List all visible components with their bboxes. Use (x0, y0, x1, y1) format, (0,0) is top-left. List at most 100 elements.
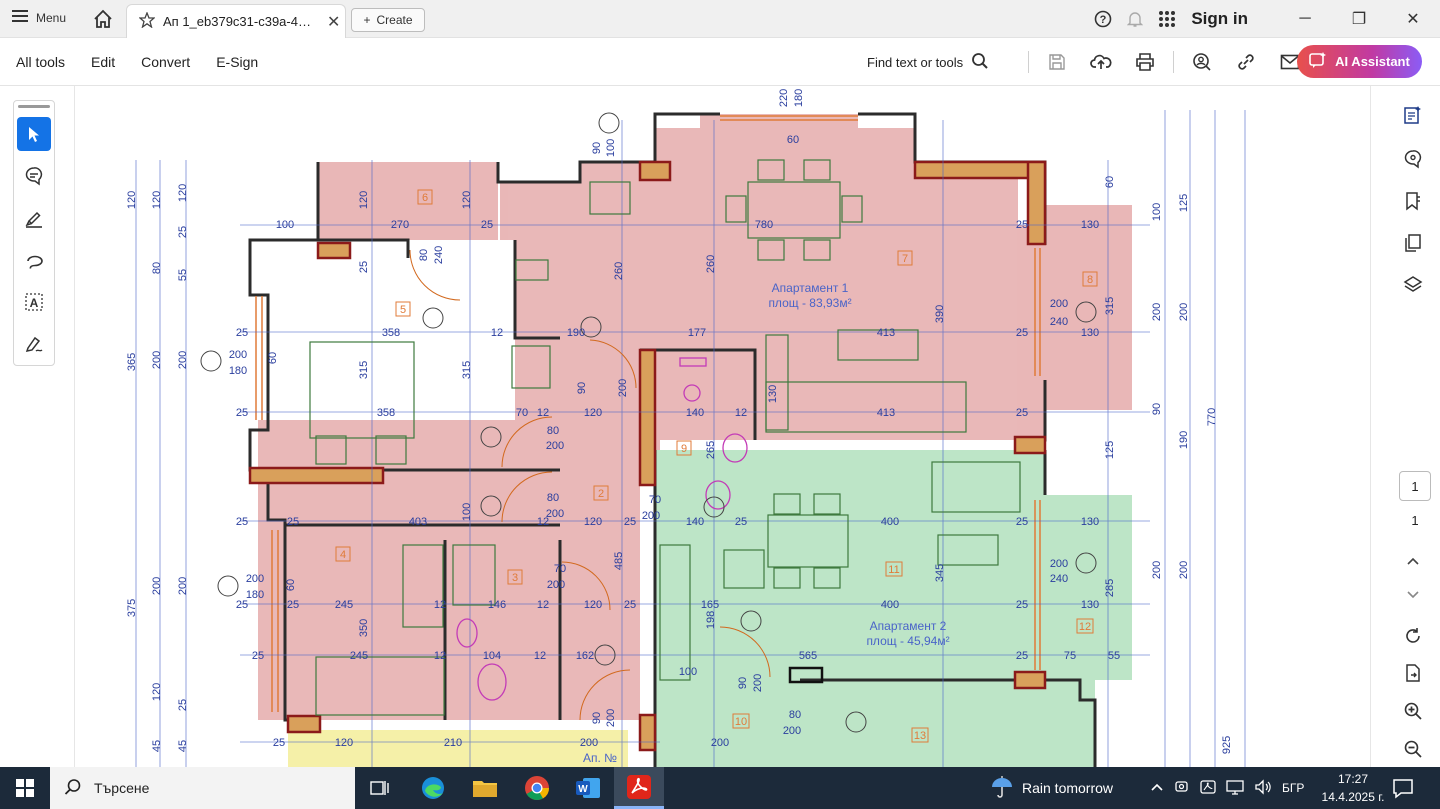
svg-text:365: 365 (126, 353, 138, 371)
zoom-in-icon[interactable] (1398, 696, 1428, 726)
svg-text:25: 25 (177, 226, 189, 238)
svg-text:200: 200 (752, 674, 764, 692)
total-pages: 1 (1411, 513, 1419, 528)
language-indicator[interactable]: БГР (1282, 781, 1304, 795)
svg-text:358: 358 (382, 327, 400, 339)
search-people-icon[interactable] (1182, 46, 1222, 78)
svg-text:25: 25 (481, 219, 493, 231)
sign-in-link[interactable]: Sign in (1191, 9, 1248, 29)
apps-grid-icon[interactable] (1151, 0, 1183, 38)
close-tab-icon[interactable]: ✕ (327, 12, 340, 32)
svg-text:177: 177 (688, 327, 706, 339)
svg-text:25: 25 (624, 516, 636, 528)
svg-text:210: 210 (444, 737, 462, 749)
comment-tool[interactable] (17, 159, 51, 193)
select-tool[interactable] (17, 117, 51, 151)
meet-now-icon[interactable] (1174, 779, 1190, 798)
sign-tool[interactable] (17, 327, 51, 361)
minimize-button[interactable]: ─ (1278, 0, 1332, 38)
notification-icon[interactable] (1392, 777, 1414, 804)
apartment-1-name: Апартамент 1 (772, 281, 849, 295)
edit-pdf-icon[interactable] (1398, 100, 1428, 130)
svg-text:265: 265 (705, 441, 717, 459)
file-explorer-app[interactable] (460, 767, 510, 809)
acrobat-tray-icon[interactable] (1200, 779, 1216, 798)
chrome-app[interactable] (512, 767, 562, 809)
svg-text:200: 200 (605, 709, 617, 727)
create-button[interactable]: + Create (351, 8, 425, 32)
layers-icon[interactable] (1398, 270, 1428, 300)
home-icon[interactable] (92, 8, 114, 35)
svg-text:162: 162 (576, 650, 594, 662)
edit-menu[interactable]: Edit (91, 54, 115, 70)
convert-menu[interactable]: Convert (141, 54, 190, 70)
svg-text:60: 60 (1104, 176, 1116, 188)
comment-panel-icon[interactable] (1398, 144, 1428, 174)
bookmarks-icon[interactable] (1398, 186, 1428, 216)
edge-app[interactable] (408, 767, 458, 809)
rotate-icon[interactable] (1398, 621, 1428, 651)
document-tab[interactable]: Ап 1_eb379c31-c39a-48... ✕ (126, 4, 346, 38)
word-app[interactable]: W (563, 767, 613, 809)
upload-cloud-icon[interactable] (1081, 46, 1121, 78)
room-number-11: 11 (888, 564, 899, 576)
search-icon (971, 52, 989, 73)
acrobat-app[interactable] (614, 767, 664, 809)
current-page-input[interactable]: 1 (1399, 471, 1431, 501)
svg-text:25: 25 (1016, 599, 1028, 611)
top-dimension-1: 220 (778, 89, 790, 107)
network-icon[interactable] (1226, 779, 1244, 798)
find-tools-search[interactable]: Find text or tools (867, 52, 989, 73)
close-window-button[interactable]: ✕ (1386, 0, 1440, 38)
svg-text:200: 200 (547, 579, 565, 591)
svg-text:25: 25 (287, 599, 299, 611)
page-thumbnails-icon[interactable] (1398, 228, 1428, 258)
menu-button[interactable]: Menu (12, 9, 66, 26)
highlight-tool[interactable] (17, 201, 51, 235)
svg-text:240: 240 (1050, 573, 1068, 585)
panel-grip[interactable] (18, 105, 50, 108)
svg-text:315: 315 (1104, 297, 1116, 315)
weather-text: Rain tomorrow (1022, 780, 1114, 796)
svg-text:200: 200 (546, 440, 564, 452)
restore-button[interactable]: ❐ (1332, 0, 1386, 38)
link-icon[interactable] (1226, 46, 1266, 78)
acrobat-icon (627, 774, 651, 799)
svg-text:565: 565 (799, 650, 817, 662)
svg-text:130: 130 (1081, 219, 1099, 231)
help-icon[interactable]: ? (1087, 0, 1119, 38)
svg-text:120: 120 (584, 516, 602, 528)
svg-text:12: 12 (735, 407, 747, 419)
all-tools-menu[interactable]: All tools (16, 54, 65, 70)
ai-sparkle-icon (1309, 51, 1327, 72)
zoom-out-icon[interactable] (1398, 734, 1428, 764)
bell-icon[interactable] (1119, 0, 1151, 38)
svg-text:W: W (578, 784, 588, 795)
text-tool[interactable]: A (17, 285, 51, 319)
windows-logo-icon (16, 779, 34, 797)
svg-text:200: 200 (1050, 298, 1068, 310)
draw-tool[interactable] (17, 243, 51, 277)
star-icon[interactable] (138, 11, 156, 31)
document-viewer[interactable]: 100 270 25 780 25 130 25 358 12 190 177 413 25 13… (75, 86, 1297, 767)
taskbar-search-box[interactable]: Търсене (50, 767, 355, 809)
svg-text:130: 130 (767, 385, 779, 403)
volume-icon[interactable] (1254, 778, 1272, 798)
start-button[interactable] (0, 767, 50, 809)
chevron-up-icon[interactable] (1398, 546, 1428, 576)
export-page-icon[interactable] (1398, 658, 1428, 688)
svg-text:80: 80 (547, 425, 559, 437)
find-label: Find text or tools (867, 55, 964, 70)
print-icon[interactable] (1125, 46, 1165, 78)
chevron-up-icon[interactable] (1150, 781, 1164, 795)
chevron-down-icon[interactable] (1398, 580, 1428, 610)
ai-assistant-button[interactable]: AI Assistant (1297, 45, 1422, 78)
svg-text:130: 130 (1081, 516, 1099, 528)
save-icon[interactable] (1037, 46, 1077, 78)
weather-widget[interactable]: Rain tomorrow (990, 767, 1113, 809)
tab-title: Ап 1_eb379c31-c39a-48... (163, 14, 313, 29)
svg-text:200: 200 (617, 379, 629, 397)
clock[interactable]: 17:27 14.4.2025 г. (1320, 770, 1386, 806)
task-view-button[interactable] (355, 767, 405, 809)
esign-menu[interactable]: E-Sign (216, 54, 258, 70)
